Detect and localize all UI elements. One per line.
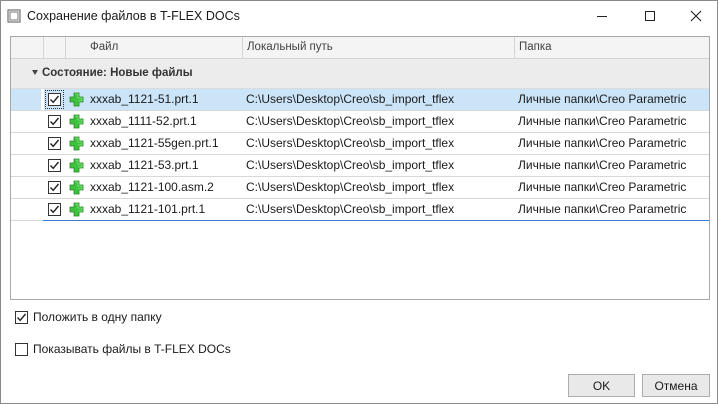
checkmark-icon [49,183,60,192]
same-folder-option[interactable]: Положить в одну папку [15,309,162,325]
files-grid[interactable]: Файл Локальный путь Папка Состояние: Нов… [10,36,710,300]
local-path-cell: C:\Users\Desktop\Creo\sb_import_tflex [246,202,455,216]
table-row[interactable]: xxxab_1121-101.prt.1 C:\Users\Desktop\Cre… [11,199,709,221]
add-file-icon [69,136,84,151]
row-selector-gap [41,177,44,198]
row-selector-gap [41,199,44,220]
collapse-arrow-icon[interactable] [32,70,38,75]
maximize-button[interactable] [627,1,673,31]
add-file-icon [69,92,84,107]
row-selector-gap [41,155,44,176]
same-folder-label: Положить в одну папку [33,310,162,324]
show-in-docs-checkbox[interactable] [15,342,28,356]
show-in-docs-label: Показывать файлы в T-FLEX DOCs [33,342,231,356]
folder-cell: Личные папки\Creo Parametric [518,114,687,128]
local-path-cell: C:\Users\Desktop\Creo\sb_import_tflex [246,136,455,150]
group-row-new-files[interactable]: Состояние: Новые файлы [11,59,709,89]
table-row[interactable]: xxxab_1121-100.asm.2 C:\Users\Desktop\Cre… [11,177,709,199]
table-row[interactable]: xxxab_1111-52.prt.1 C:\Users\Desktop\Creo… [11,111,709,133]
header-icon-column[interactable] [44,37,66,58]
ok-button[interactable]: OK [568,374,635,397]
header-select-column[interactable] [11,37,44,58]
header-local-path[interactable]: Локальный путь [243,37,515,58]
add-file-icon [69,180,84,195]
local-path-cell: C:\Users\Desktop\Creo\sb_import_tflex [246,92,455,106]
grid-header: Файл Локальный путь Папка [11,37,709,59]
row-checkbox[interactable] [48,203,61,216]
checkmark-icon [49,161,60,170]
row-checkbox[interactable] [48,93,61,106]
save-files-dialog: Сохранение файлов в T-FLEX DOCs Файл Лок… [0,0,718,404]
add-file-icon [69,158,84,173]
app-icon [7,9,21,23]
add-file-icon [69,114,84,129]
local-path-cell: C:\Users\Desktop\Creo\sb_import_tflex [246,158,455,172]
close-button[interactable] [673,1,718,31]
row-checkbox[interactable] [48,181,61,194]
group-label: Состояние: Новые файлы [42,67,193,79]
folder-cell: Личные папки\Creo Parametric [518,92,687,106]
folder-cell: Личные папки\Creo Parametric [518,180,687,194]
file-name-cell: xxxab_1121-55gen.prt.1 [90,136,219,150]
table-row[interactable]: xxxab_1121-53.prt.1 C:\Users\Desktop\Creo… [11,155,709,177]
local-path-cell: C:\Users\Desktop\Creo\sb_import_tflex [246,180,455,194]
row-selector-gap [41,111,44,132]
table-row[interactable]: xxxab_1121-55gen.prt.1 C:\Users\Desktop\C… [11,133,709,155]
show-in-docs-option[interactable]: Показывать файлы в T-FLEX DOCs [15,341,231,357]
maximize-icon [645,11,655,21]
checkmark-icon [49,117,60,126]
minimize-button[interactable] [579,1,625,31]
minimize-icon [597,16,607,17]
folder-cell: Личные папки\Creo Parametric [518,158,687,172]
header-folder[interactable]: Папка [515,37,709,58]
row-selector-gap [41,133,44,154]
checkmark-icon [49,95,60,104]
checkmark-icon [49,139,60,148]
add-file-icon [69,202,84,217]
row-checkbox[interactable] [48,115,61,128]
file-name-cell: xxxab_1121-101.prt.1 [90,202,206,216]
file-name-cell: xxxab_1121-100.asm.2 [90,180,214,194]
last-row-focus-line [43,220,709,221]
file-name-cell: xxxab_1121-51.prt.1 [90,92,199,106]
cancel-button[interactable]: Отмена [642,374,710,397]
folder-cell: Личные папки\Creo Parametric [518,136,687,150]
row-checkbox[interactable] [48,137,61,150]
row-selector-gap [41,89,44,110]
table-row[interactable]: xxxab_1121-51.prt.1 C:\Users\Desktop\Creo… [11,89,709,111]
folder-cell: Личные папки\Creo Parametric [518,202,687,216]
header-file[interactable]: Файл [66,37,243,58]
file-name-cell: xxxab_1111-52.prt.1 [90,114,197,128]
row-checkbox[interactable] [48,159,61,172]
checkmark-icon [49,205,60,214]
close-icon [690,10,702,22]
same-folder-checkbox[interactable] [15,310,28,324]
window-title: Сохранение файлов в T-FLEX DOCs [27,9,240,23]
file-name-cell: xxxab_1121-53.prt.1 [90,158,199,172]
title-bar: Сохранение файлов в T-FLEX DOCs [1,1,717,31]
checkmark-icon [16,313,27,321]
local-path-cell: C:\Users\Desktop\Creo\sb_import_tflex [246,114,455,128]
